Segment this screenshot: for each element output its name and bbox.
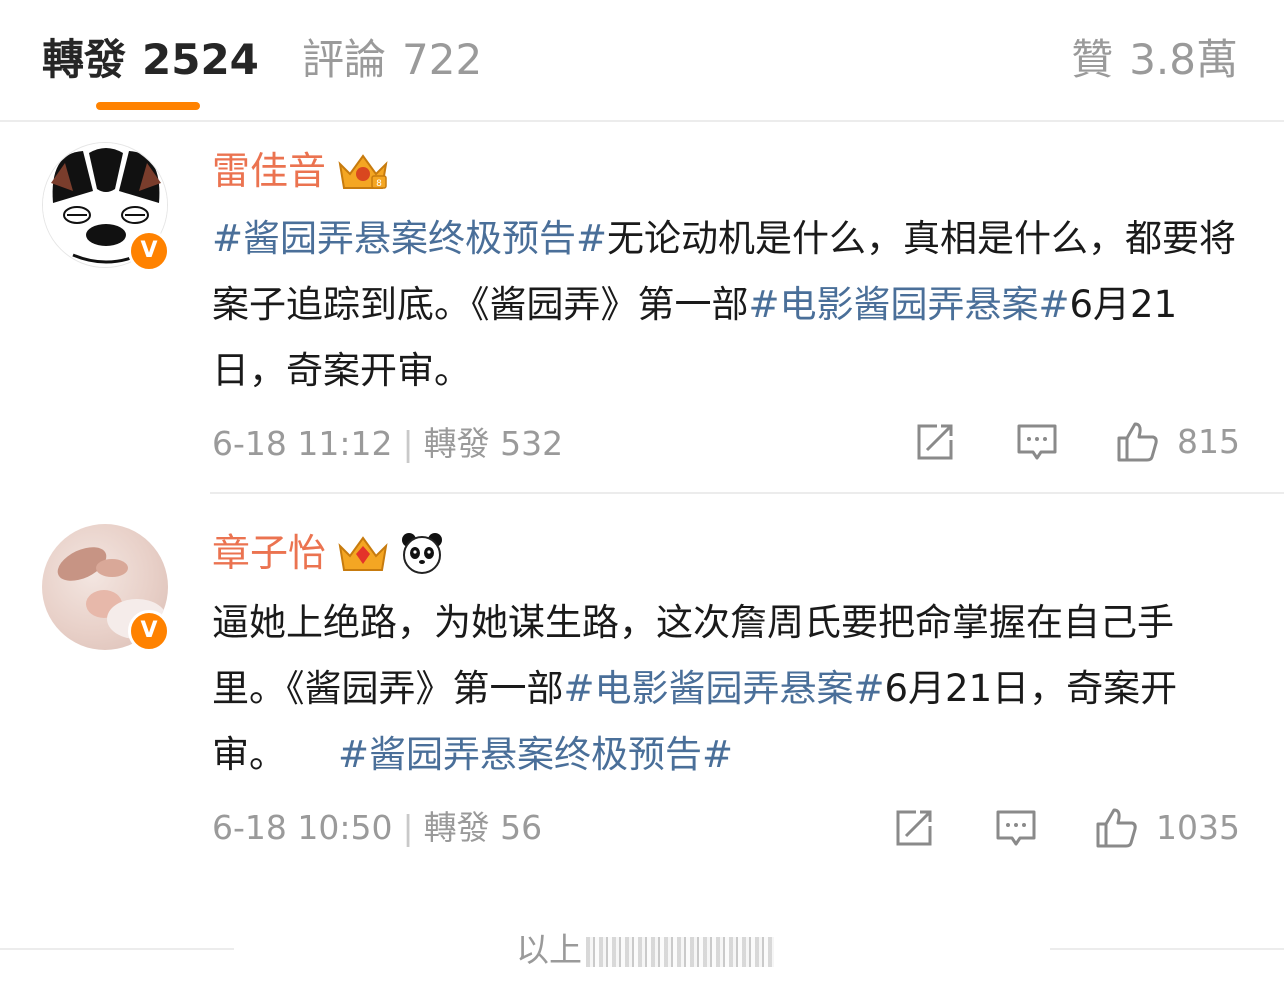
- repost-item: V 章子怡 逼她上绝路，为她谋生路，这次詹周氏要把命掌握在自己手里。《酱园弄》第…: [0, 520, 1284, 860]
- tab-reposts-label: 轉發: [42, 35, 127, 84]
- timestamp: 6-18 11:12: [212, 424, 393, 463]
- active-tab-indicator: [96, 102, 200, 110]
- crown-icon: 8: [338, 154, 388, 189]
- post-meta: 6-18 10:50 | 轉發 56: [212, 808, 542, 848]
- tab-bar: 轉發 2524 評論 722 贊 3.8萬: [0, 0, 1284, 122]
- repost-label: 轉發: [423, 808, 490, 847]
- list-end-footer: 以上: [0, 920, 1284, 980]
- username[interactable]: 章子怡: [212, 528, 326, 578]
- footer-divider: [0, 948, 234, 950]
- action-bar: 815: [913, 418, 1240, 466]
- like-count: 815: [1177, 422, 1240, 461]
- timestamp: 6-18 10:50: [212, 808, 393, 847]
- share-icon[interactable]: [913, 420, 957, 464]
- tab-likes-label: 贊: [1071, 35, 1114, 84]
- hashtag-link[interactable]: #电影酱园弄悬案#: [564, 667, 885, 710]
- blurred-text: [586, 936, 774, 967]
- like-count: 1035: [1156, 808, 1240, 847]
- comment-icon[interactable]: [994, 806, 1038, 850]
- footer-divider: [1050, 948, 1284, 950]
- repost-count: 532: [500, 424, 564, 463]
- post-divider: [210, 492, 1284, 494]
- post-meta: 6-18 11:12 | 轉發 532: [212, 424, 563, 464]
- user-header: 雷佳音 8: [212, 146, 390, 196]
- hashtag-link[interactable]: #酱园弄悬案终极预告#: [212, 217, 607, 260]
- post-content: 逼她上绝路，为她谋生路，这次詹周氏要把命掌握在自己手里。《酱园弄》第一部#电影酱…: [212, 590, 1242, 788]
- repost-label: 轉發: [423, 424, 490, 463]
- footer-label: 以上: [516, 930, 582, 969]
- meta-separator: |: [402, 808, 414, 847]
- action-bar: 1035: [892, 804, 1240, 852]
- footer-text: 以上: [516, 928, 774, 972]
- crown-icon: [338, 536, 388, 571]
- repost-item: V 雷佳音 8 #酱园弄悬案终极预告#无论动机是什么，真相是什么，都要将案子追踪…: [0, 138, 1284, 494]
- tab-comments[interactable]: 評論 722: [302, 32, 482, 88]
- hashtag-link[interactable]: #酱园弄悬案终极预告#: [338, 733, 733, 776]
- share-icon[interactable]: [892, 806, 936, 850]
- repost-count: 56: [500, 808, 543, 847]
- like-icon[interactable]: [1115, 420, 1159, 464]
- like-icon[interactable]: [1094, 806, 1138, 850]
- user-header: 章子怡: [212, 528, 444, 578]
- tab-likes-count: 3.8萬: [1129, 35, 1238, 84]
- verified-badge-icon: V: [128, 610, 170, 652]
- tab-likes[interactable]: 贊 3.8萬: [1071, 32, 1238, 88]
- post-content: #酱园弄悬案终极预告#无论动机是什么，真相是什么，都要将案子追踪到底。《酱园弄》…: [212, 206, 1242, 404]
- tab-reposts[interactable]: 轉發 2524: [42, 32, 259, 88]
- tab-comments-count: 722: [402, 35, 483, 84]
- panda-icon: [402, 533, 443, 574]
- verified-badge-icon: V: [128, 230, 170, 272]
- hashtag-link[interactable]: #电影酱园弄悬案#: [749, 283, 1070, 326]
- username[interactable]: 雷佳音: [212, 146, 326, 196]
- svg-text:8: 8: [376, 179, 382, 189]
- tab-reposts-count: 2524: [142, 35, 259, 84]
- comment-icon[interactable]: [1015, 420, 1059, 464]
- meta-separator: |: [402, 424, 414, 463]
- tab-comments-label: 評論: [302, 35, 387, 84]
